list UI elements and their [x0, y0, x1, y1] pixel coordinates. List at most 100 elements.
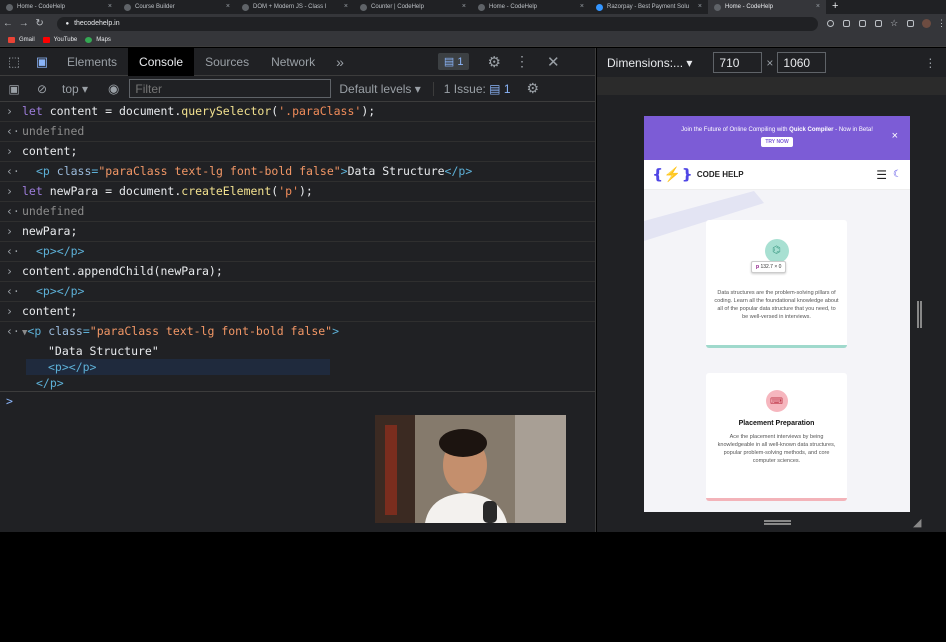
result-arrow-icon: ‹· [6, 124, 20, 138]
favicon-icon [242, 3, 249, 11]
console-result-line[interactable]: ‹· <p></p> [0, 282, 595, 302]
bottom-resize-handle[interactable] [764, 520, 791, 525]
share-icon[interactable] [859, 20, 867, 27]
inspect-icon[interactable]: ⬚ [0, 54, 28, 70]
device-toolbar: Dimensions:... ▾ × ⋮ [597, 48, 946, 77]
try-now-button[interactable]: TRY NOW [761, 137, 793, 147]
webcam-overlay [375, 415, 566, 523]
device-height-input[interactable] [777, 52, 827, 73]
console-prompt-line[interactable]: > [0, 392, 595, 411]
tree-child-element[interactable]: <p></p> [26, 359, 330, 375]
settings-icon[interactable]: ⚙ [487, 53, 500, 71]
filter-input[interactable] [129, 79, 332, 98]
corner-resize-handle[interactable]: ◢ [913, 516, 921, 529]
console-result-line[interactable]: ‹· <p class="paraClass text-lg font-bold … [0, 162, 595, 182]
browser-tab-strip: Home - CodeHelp × Course Builder × DOM + M… [0, 0, 946, 14]
console-input-line: › content.appendChild(newPara); [0, 262, 595, 282]
address-bar-row: ← → ↻ ● thecodehelp.in ☆ ⋮ [0, 14, 946, 33]
close-icon[interactable]: × [462, 3, 466, 10]
new-tab-button[interactable]: + [826, 0, 838, 14]
browser-tab[interactable]: Home - CodeHelp × [472, 0, 590, 14]
close-icon[interactable]: × [344, 3, 348, 10]
issues-label: 1 Issue: [443, 81, 486, 96]
issues-badge-button[interactable]: ▤ 1 [437, 53, 470, 70]
banner-close-icon[interactable]: × [892, 130, 898, 142]
banner-bold: Quick Compiler [789, 127, 834, 133]
back-icon[interactable]: ← [0, 18, 16, 29]
course-card-placement[interactable]: ⌨ Placement Preparation Ace the placemen… [706, 373, 847, 501]
menu-icon[interactable]: ⋮ [937, 18, 946, 29]
code-token: class [41, 324, 83, 338]
extension-icon[interactable] [843, 20, 851, 27]
device-toolbar-icon[interactable]: ▣ [28, 54, 56, 70]
puzzle-icon[interactable] [875, 20, 883, 27]
browser-tab[interactable]: DOM + Modern JS - Class I × [236, 0, 354, 14]
issues-counter[interactable]: 1 Issue: ▤ 1 [432, 81, 511, 96]
course-card-data-structures[interactable]: ⌬ p 132.7 × 0 Data structures are the pr… [706, 220, 847, 348]
url-field[interactable]: ● thecodehelp.in [57, 16, 819, 31]
card-title: Placement Preparation [738, 420, 815, 427]
browser-tab[interactable]: Home - CodeHelp × [0, 0, 118, 14]
tab-label: Counter | CodeHelp [371, 4, 424, 10]
browser-tab[interactable]: Razorpay - Best Payment Solu × [590, 0, 708, 14]
prompt-chevron-icon: > [6, 394, 13, 408]
dark-mode-icon[interactable]: ☾ [893, 169, 902, 180]
hamburger-menu-icon[interactable]: ☰ [876, 168, 887, 182]
youtube-icon [42, 36, 50, 43]
result-element: <p></p> [36, 284, 85, 298]
more-tabs-button[interactable]: » [326, 54, 354, 70]
bookmark-gmail[interactable]: Gmail [8, 36, 35, 43]
tab-label: DOM + Modern JS - Class I [253, 4, 327, 10]
close-icon[interactable]: × [698, 3, 702, 10]
media-query-bar[interactable] [597, 77, 946, 95]
tab-console[interactable]: Console [128, 47, 195, 76]
log-levels-dropdown[interactable]: Default levels ▾ [339, 82, 420, 96]
console-result-line[interactable]: ‹· <p></p> [0, 242, 595, 262]
codehelp-logo-icon[interactable]: ❴⚡❵ [652, 166, 693, 183]
input-chevron-icon: › [6, 104, 13, 118]
close-icon[interactable]: × [816, 3, 820, 10]
code-token: createElement [181, 184, 272, 198]
code-token: ); [299, 184, 313, 198]
tab-network[interactable]: Network [260, 48, 326, 76]
dimensions-dropdown[interactable]: Dimensions:... ▾ [607, 56, 692, 70]
browser-tab[interactable]: Course Builder × [118, 0, 236, 14]
google-icon[interactable] [827, 20, 835, 27]
sidepanel-icon[interactable] [907, 20, 915, 27]
sidebar-toggle-icon[interactable]: ▣ [0, 82, 28, 96]
kebab-menu-icon[interactable]: ⋮ [515, 53, 529, 70]
input-chevron-icon: › [6, 264, 13, 278]
bookmark-youtube[interactable]: YouTube [42, 36, 77, 43]
favicon-icon [714, 3, 721, 11]
device-menu-icon[interactable]: ⋮ [924, 56, 936, 70]
result-arrow-icon: ‹· [6, 204, 20, 218]
close-devtools-icon[interactable]: ✕ [547, 53, 560, 71]
site-logo-text[interactable]: CODE HELP [697, 170, 744, 179]
context-selector[interactable]: top ▾ [62, 82, 88, 96]
reload-icon[interactable]: ↻ [32, 18, 48, 29]
browser-tab[interactable]: Counter | CodeHelp × [354, 0, 472, 14]
console-input-line: › content; [0, 142, 595, 162]
console-settings-icon[interactable]: ⚙ [527, 80, 540, 97]
close-icon[interactable]: × [226, 3, 230, 10]
tab-label: Razorpay - Best Payment Solu [607, 4, 690, 10]
device-width-input[interactable] [713, 52, 763, 73]
forward-icon[interactable]: → [16, 18, 32, 29]
banner-text-part: - Now in Beta! [833, 127, 873, 133]
close-icon[interactable]: × [108, 3, 112, 10]
favicon-icon [478, 3, 485, 11]
bookmark-maps[interactable]: Maps [85, 36, 111, 43]
right-resize-handle[interactable] [917, 301, 922, 328]
profile-icon[interactable] [922, 19, 931, 28]
tab-sources[interactable]: Sources [194, 48, 260, 76]
code-token: ); [361, 104, 376, 118]
star-icon[interactable]: ☆ [890, 18, 898, 29]
tab-elements[interactable]: Elements [56, 48, 128, 76]
console-result-tree[interactable]: ‹· ▼<p class="paraClass text-lg font-bold… [0, 322, 595, 392]
console-input-line: › let content = document.querySelector('.… [0, 102, 595, 122]
tab-label: Home - CodeHelp [725, 4, 774, 10]
clear-console-icon[interactable]: ⊘ [28, 82, 56, 96]
eye-icon[interactable]: ◉ [108, 81, 119, 97]
browser-tab-active[interactable]: Home - CodeHelp × [708, 0, 826, 14]
close-icon[interactable]: × [580, 3, 584, 10]
